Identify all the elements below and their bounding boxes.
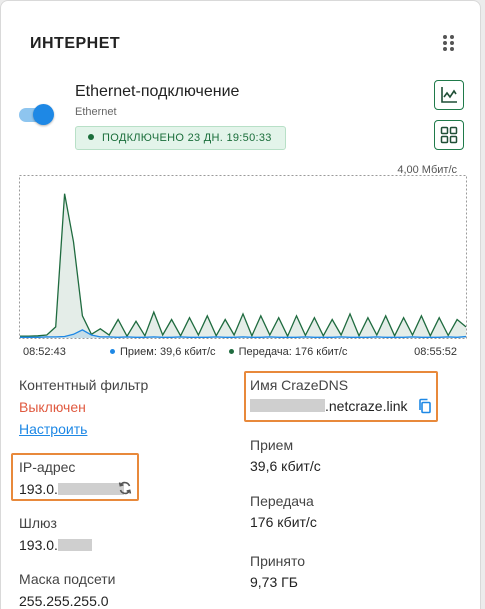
ip-prefix: 193.0. — [19, 481, 58, 497]
ip-label: IP-адрес — [19, 459, 76, 475]
received-value: 9,73 ГБ — [250, 574, 298, 590]
content-filter-value: Выключен — [19, 399, 86, 415]
connection-name: Ethernet-подключение — [75, 83, 240, 100]
content-filter-configure-link[interactable]: Настроить — [19, 421, 87, 437]
chart-legend: Прием: 39,6 кбит/с Передача: 176 кбит/с — [110, 346, 347, 358]
legend-rx: Прием: 39,6 кбит/с — [120, 346, 216, 358]
copy-icon[interactable] — [417, 398, 433, 414]
legend-dot-rx — [110, 349, 115, 354]
tx-label: Передача — [250, 493, 314, 509]
status-dot — [88, 134, 94, 140]
ip-redacted — [57, 483, 124, 495]
legend-dot-tx — [228, 349, 234, 354]
refresh-icon[interactable] — [117, 480, 133, 496]
received-label: Принято — [250, 553, 306, 569]
series-line-tx — [20, 193, 467, 338]
card-title: ИНТЕРНЕТ — [30, 35, 121, 52]
ip-value: 193.0. — [19, 481, 124, 497]
traffic-chart — [19, 175, 467, 340]
gateway-prefix: 193.0. — [19, 537, 58, 553]
subnet-mask-value: 255.255.255.0 — [19, 593, 109, 609]
gateway-label: Шлюз — [19, 515, 57, 531]
traffic-chart-svg — [19, 175, 467, 339]
details-button[interactable] — [434, 120, 464, 150]
subnet-mask-label: Маска подсети — [19, 571, 116, 587]
drag-dots-icon[interactable] — [443, 35, 457, 51]
rx-value: 39,6 кбит/с — [250, 458, 321, 474]
dns-name-label: Имя CrazeDNS — [250, 377, 349, 393]
toggle-knob — [33, 104, 54, 125]
dns-name-value: .netcraze.link — [250, 398, 407, 414]
content-filter-label: Контентный фильтр — [19, 377, 149, 393]
dns-redacted — [250, 399, 325, 412]
tx-value: 176 кбит/с — [250, 514, 317, 530]
dns-suffix: .netcraze.link — [325, 398, 408, 414]
chart-time-end: 08:55:52 — [414, 346, 457, 358]
legend-tx: Передача: 176 кбит/с — [238, 346, 348, 358]
chart-time-start: 08:52:43 — [23, 346, 66, 358]
status-text: ПОДКЛЮЧЕНО 23 ДН. 19:50:33 — [102, 132, 272, 144]
grid-icon — [440, 126, 458, 144]
connection-type: Ethernet — [75, 106, 117, 118]
internet-card: ИНТЕРНЕТ Ethernet-подключение Ethernet П… — [0, 0, 481, 609]
status-badge: ПОДКЛЮЧЕНО 23 ДН. 19:50:33 — [75, 126, 286, 150]
gateway-value: 193.0. — [19, 537, 92, 553]
chart-icon — [441, 87, 457, 103]
series-area-tx — [20, 193, 466, 338]
chart-button[interactable] — [434, 80, 464, 110]
rx-label: Прием — [250, 437, 294, 453]
connection-toggle[interactable] — [19, 104, 54, 126]
gateway-redacted — [57, 539, 92, 551]
